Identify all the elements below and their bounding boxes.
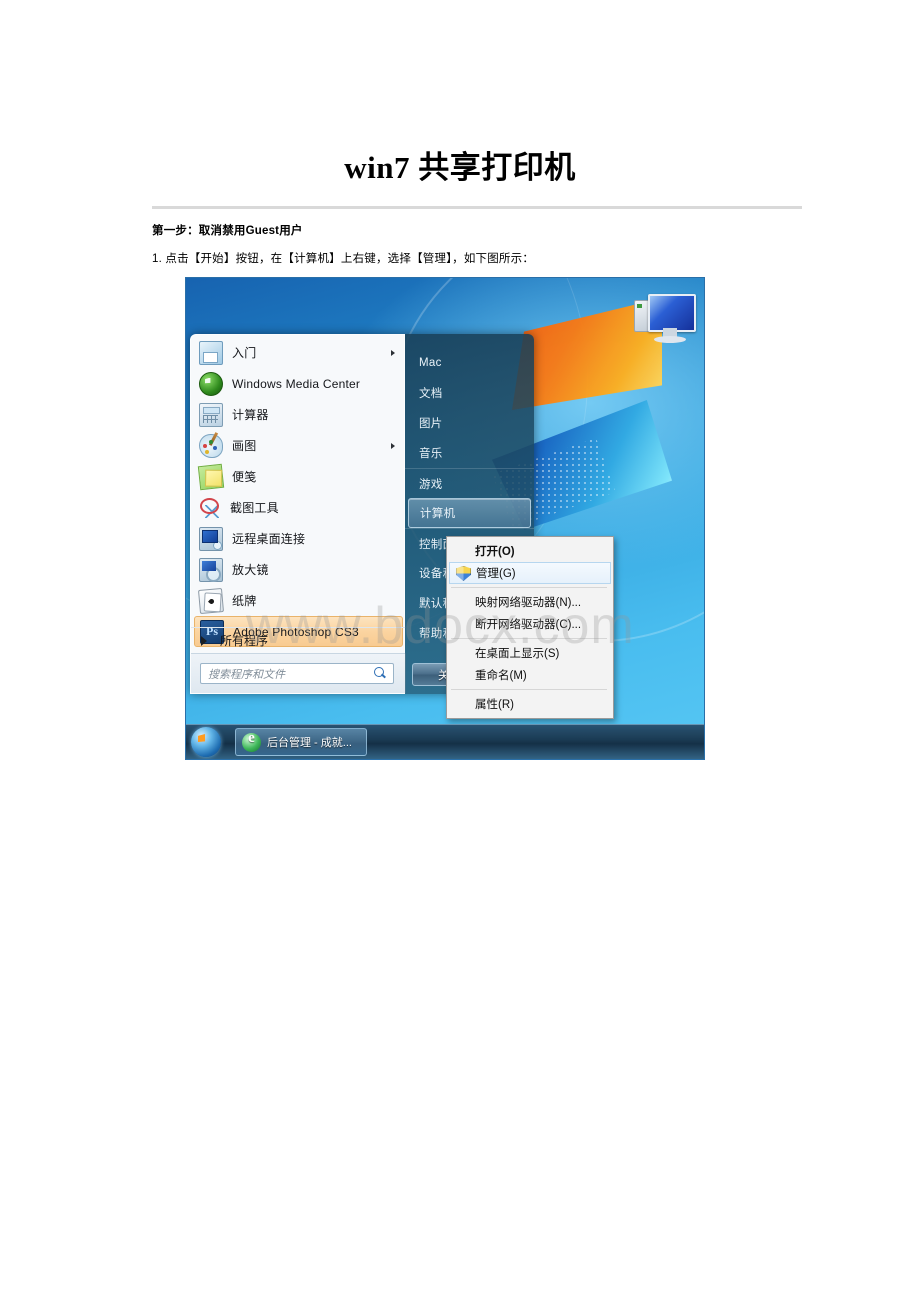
taskbar-task-button[interactable]: 后台管理 - 成就... — [235, 728, 367, 756]
submenu-arrow-icon — [391, 442, 395, 449]
start-menu-item-solitaire[interactable]: 纸牌 — [191, 585, 406, 616]
sticky-notes-icon — [197, 463, 225, 490]
taskbar-task-label: 后台管理 - 成就... — [267, 737, 352, 749]
windows-start-orb-icon[interactable] — [191, 727, 221, 757]
computer-context-menu: 打开(O) 管理(G) 映射网络驱动器(N)... 断开网络驱动器(C)... … — [446, 536, 614, 719]
get-started-icon — [199, 340, 223, 365]
search-placeholder: 搜索程序和文件 — [208, 668, 285, 681]
page-title: win7 共享打印机 — [344, 150, 576, 185]
internet-explorer-icon — [242, 730, 261, 752]
start-menu-item-label: 远程桌面连接 — [232, 532, 306, 546]
search-icon — [374, 667, 387, 680]
start-menu-app-list: 入门 Windows Media Center 计算器 画图 便笺 截图工具 远… — [191, 335, 406, 647]
context-menu-item-manage[interactable]: 管理(G) — [449, 562, 611, 584]
context-menu-item-label: 管理(G) — [476, 568, 516, 580]
search-input[interactable]: 搜索程序和文件 — [200, 663, 394, 684]
calculator-icon — [199, 402, 223, 427]
context-menu-item-map-network-drive[interactable]: 映射网络驱动器(N)... — [447, 591, 613, 613]
context-menu-item-rename[interactable]: 重命名(M) — [447, 664, 613, 686]
all-programs-label: 所有程序 — [220, 634, 269, 648]
context-menu-item-open[interactable]: 打开(O) — [447, 540, 613, 562]
start-menu-item-label: 入门 — [232, 346, 257, 360]
step-heading: 第一步：取消禁用Guest用户 — [152, 225, 303, 237]
start-menu-item-label: 放大镜 — [232, 563, 269, 577]
places-item-user[interactable]: Mac — [405, 348, 534, 378]
embedded-screenshot: 入门 Windows Media Center 计算器 画图 便笺 截图工具 远… — [185, 277, 705, 760]
context-menu-item-properties[interactable]: 属性(R) — [447, 693, 613, 715]
start-menu-item-label: 纸牌 — [232, 594, 257, 608]
start-menu-item-label: 截图工具 — [230, 501, 279, 515]
start-menu-item-sticky-notes[interactable]: 便笺 — [191, 461, 406, 492]
submenu-arrow-icon — [391, 349, 395, 356]
places-item-computer[interactable]: 计算机 — [408, 498, 531, 528]
places-item-music[interactable]: 音乐 — [405, 438, 534, 468]
start-menu-item-paint[interactable]: 画图 — [191, 430, 406, 461]
all-programs-button[interactable]: 所有程序 — [191, 627, 406, 653]
start-menu-left-panel: 入门 Windows Media Center 计算器 画图 便笺 截图工具 远… — [190, 334, 406, 694]
start-menu-item-calculator[interactable]: 计算器 — [191, 399, 406, 430]
snipping-tool-icon — [199, 497, 221, 519]
windows-media-center-icon — [199, 371, 223, 396]
start-menu-item-windows-media-center[interactable]: Windows Media Center — [191, 368, 406, 399]
step-instruction-text: 1. 点击【开始】按钮，在【计算机】上右键，选择【管理】，如下图所示： — [152, 253, 535, 265]
context-menu-item-show-on-desktop[interactable]: 在桌面上显示(S) — [447, 642, 613, 664]
avatar-monitor-icon — [648, 294, 696, 332]
user-avatar[interactable] — [634, 294, 700, 350]
start-menu-item-label: 计算器 — [232, 408, 269, 422]
context-menu-separator — [451, 638, 607, 639]
paint-icon — [199, 433, 223, 458]
start-menu-item-getting-started[interactable]: 入门 — [191, 337, 406, 368]
places-item-pictures[interactable]: 图片 — [405, 408, 534, 438]
places-item-documents[interactable]: 文档 — [405, 378, 534, 408]
context-menu-item-disconnect-network-drive[interactable]: 断开网络驱动器(C)... — [447, 613, 613, 635]
magnifier-icon — [199, 557, 223, 582]
start-menu-item-remote-desktop[interactable]: 远程桌面连接 — [191, 523, 406, 554]
context-menu-separator — [451, 587, 607, 588]
solitaire-icon — [197, 587, 225, 614]
title-divider — [152, 206, 802, 209]
context-menu-separator — [451, 689, 607, 690]
start-menu-search-area: 搜索程序和文件 — [191, 653, 406, 693]
start-menu-item-magnifier[interactable]: 放大镜 — [191, 554, 406, 585]
start-menu-item-label: Windows Media Center — [232, 376, 361, 391]
all-programs-arrow-icon — [201, 635, 207, 646]
places-item-games[interactable]: 游戏 — [405, 468, 534, 498]
remote-desktop-icon — [199, 526, 223, 551]
start-menu-item-label: 便笺 — [232, 470, 257, 484]
start-menu-item-label: 画图 — [232, 439, 257, 453]
start-menu-item-snipping-tool[interactable]: 截图工具 — [191, 492, 406, 523]
avatar-monitor-base — [654, 336, 686, 343]
taskbar: 后台管理 - 成就... — [186, 724, 704, 759]
uac-shield-icon — [456, 566, 471, 581]
